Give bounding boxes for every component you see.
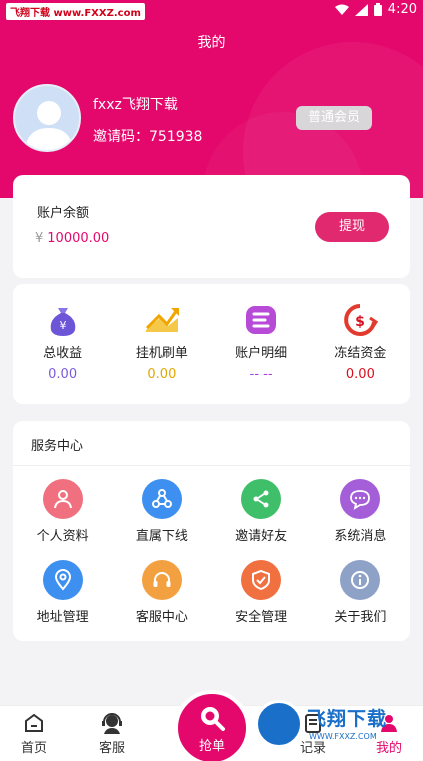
- stat-value: 0.00: [147, 367, 177, 382]
- shield-icon: [252, 569, 271, 591]
- nav-home[interactable]: 首页: [4, 712, 64, 756]
- home-icon: [25, 713, 43, 732]
- watermark-logo: 飞翔下载 WWW.FXXZ.COM: [255, 700, 415, 750]
- service-personal-info[interactable]: 个人资料: [13, 479, 112, 544]
- page-title: 我的: [197, 35, 226, 51]
- share-icon: [253, 490, 269, 508]
- service-invite-friends[interactable]: 邀请好友: [212, 479, 311, 544]
- service-label: 系统消息: [334, 529, 387, 544]
- stat-auto-orders[interactable]: 挂机刷单 0.00: [112, 284, 211, 404]
- service-direct-downline[interactable]: 直属下线: [112, 479, 211, 544]
- nav-customer-service[interactable]: 客服: [82, 712, 142, 756]
- profile-header: 我的 fxxz飞翔下载 邀请码：751938 普通会员: [0, 22, 423, 198]
- service-icon-circle: [141, 479, 182, 519]
- stat-label: 账户明细: [235, 346, 288, 361]
- stat-account-details[interactable]: 账户明细 -- --: [212, 284, 311, 404]
- service-icon-circle: [340, 560, 381, 600]
- battery-icon: [373, 3, 382, 16]
- trend-up-icon: [145, 308, 179, 332]
- money-bag-icon: ¥: [50, 308, 75, 336]
- invite-code: 751938: [149, 129, 203, 145]
- headset-icon: [153, 572, 171, 587]
- customer-service-icon: [102, 713, 122, 734]
- service-center-card: 服务中心 个人资料 直属下线 邀请好友 系统消息 地址管理 客服中心 安全管理 …: [13, 421, 410, 641]
- detail-icon: [246, 306, 277, 334]
- user-silhouette-icon: [25, 101, 73, 150]
- service-icon-circle: [42, 479, 83, 519]
- stat-label: 冻结资金: [334, 346, 387, 361]
- balance-value: 10000.00: [47, 231, 110, 246]
- service-label: 关于我们: [334, 610, 387, 625]
- service-system-messages[interactable]: 系统消息: [311, 479, 410, 544]
- status-time: 4:20: [387, 2, 417, 17]
- wifi-icon: [334, 4, 349, 15]
- service-security-management[interactable]: 安全管理: [212, 560, 311, 625]
- search-icon: [201, 706, 225, 731]
- stat-label: 挂机刷单: [135, 346, 188, 361]
- status-bar: 飞翔下载 www.FXXZ.com 4:20: [0, 0, 423, 22]
- stat-value: 0.00: [345, 367, 375, 382]
- balance-label: 账户余额: [37, 206, 90, 221]
- service-icon-circle: [42, 560, 83, 600]
- service-label: 邀请好友: [235, 529, 288, 544]
- frozen-funds-icon: $: [344, 304, 379, 336]
- member-level-badge: 普通会员: [296, 106, 372, 130]
- watermark-badge: 飞翔下载 www.FXXZ.com: [6, 3, 145, 20]
- invite-code-row: 邀请码：751938: [93, 126, 202, 146]
- currency-symbol: ¥: [35, 231, 44, 246]
- username: fxxz飞翔下载: [93, 97, 178, 113]
- service-label: 安全管理: [235, 610, 288, 625]
- service-address-management[interactable]: 地址管理: [13, 560, 112, 625]
- invite-label: 邀请码：: [93, 129, 149, 145]
- message-icon: [350, 490, 371, 510]
- balance-amount: ¥10000.00: [35, 231, 109, 246]
- avatar[interactable]: [13, 84, 81, 152]
- stat-frozen-funds[interactable]: $ 冻结资金 0.00: [311, 284, 410, 404]
- person-icon: [53, 490, 72, 509]
- balance-card: 账户余额 ¥10000.00 提现: [13, 175, 410, 278]
- service-grid: 个人资料 直属下线 邀请好友 系统消息 地址管理 客服中心 安全管理 关于我们: [13, 479, 410, 625]
- service-label: 个人资料: [36, 529, 89, 544]
- service-label: 客服中心: [135, 610, 188, 625]
- service-center-title: 服务中心: [31, 439, 84, 454]
- nav-label: 客服: [98, 741, 125, 756]
- service-customer-center[interactable]: 客服中心: [112, 560, 211, 625]
- stat-value: 0.00: [48, 367, 78, 382]
- signal-icon: [354, 3, 368, 16]
- location-icon: [54, 569, 71, 591]
- service-icon-circle: [340, 479, 381, 519]
- service-icon-circle: [141, 560, 182, 600]
- grab-order-button[interactable]: 抢单: [174, 690, 250, 761]
- network-icon: [151, 489, 172, 508]
- stat-total-earnings[interactable]: ¥ 总收益 0.00: [13, 284, 112, 404]
- logo-text: 飞翔下载: [307, 708, 388, 730]
- nav-label: 首页: [20, 741, 47, 756]
- service-about-us[interactable]: 关于我们: [311, 560, 410, 625]
- logo-subtext: WWW.FXXZ.COM: [309, 732, 377, 741]
- stat-label: 总收益: [43, 346, 83, 361]
- service-label: 地址管理: [36, 610, 89, 625]
- service-icon-circle: [241, 560, 282, 600]
- withdraw-button[interactable]: 提现: [315, 212, 389, 242]
- service-label: 直属下线: [135, 529, 188, 544]
- svg-text:$: $: [356, 314, 366, 330]
- stat-value: -- --: [249, 367, 273, 382]
- svg-text:¥: ¥: [59, 319, 66, 332]
- grab-order-label: 抢单: [198, 738, 225, 754]
- logo-circle: [255, 700, 303, 748]
- info-icon: [351, 571, 370, 589]
- stats-card: ¥ 总收益 0.00 挂机刷单 0.00 账户明细 -- -- $ 冻结资金 0…: [13, 284, 410, 404]
- service-icon-circle: [241, 479, 282, 519]
- divider: [13, 465, 410, 466]
